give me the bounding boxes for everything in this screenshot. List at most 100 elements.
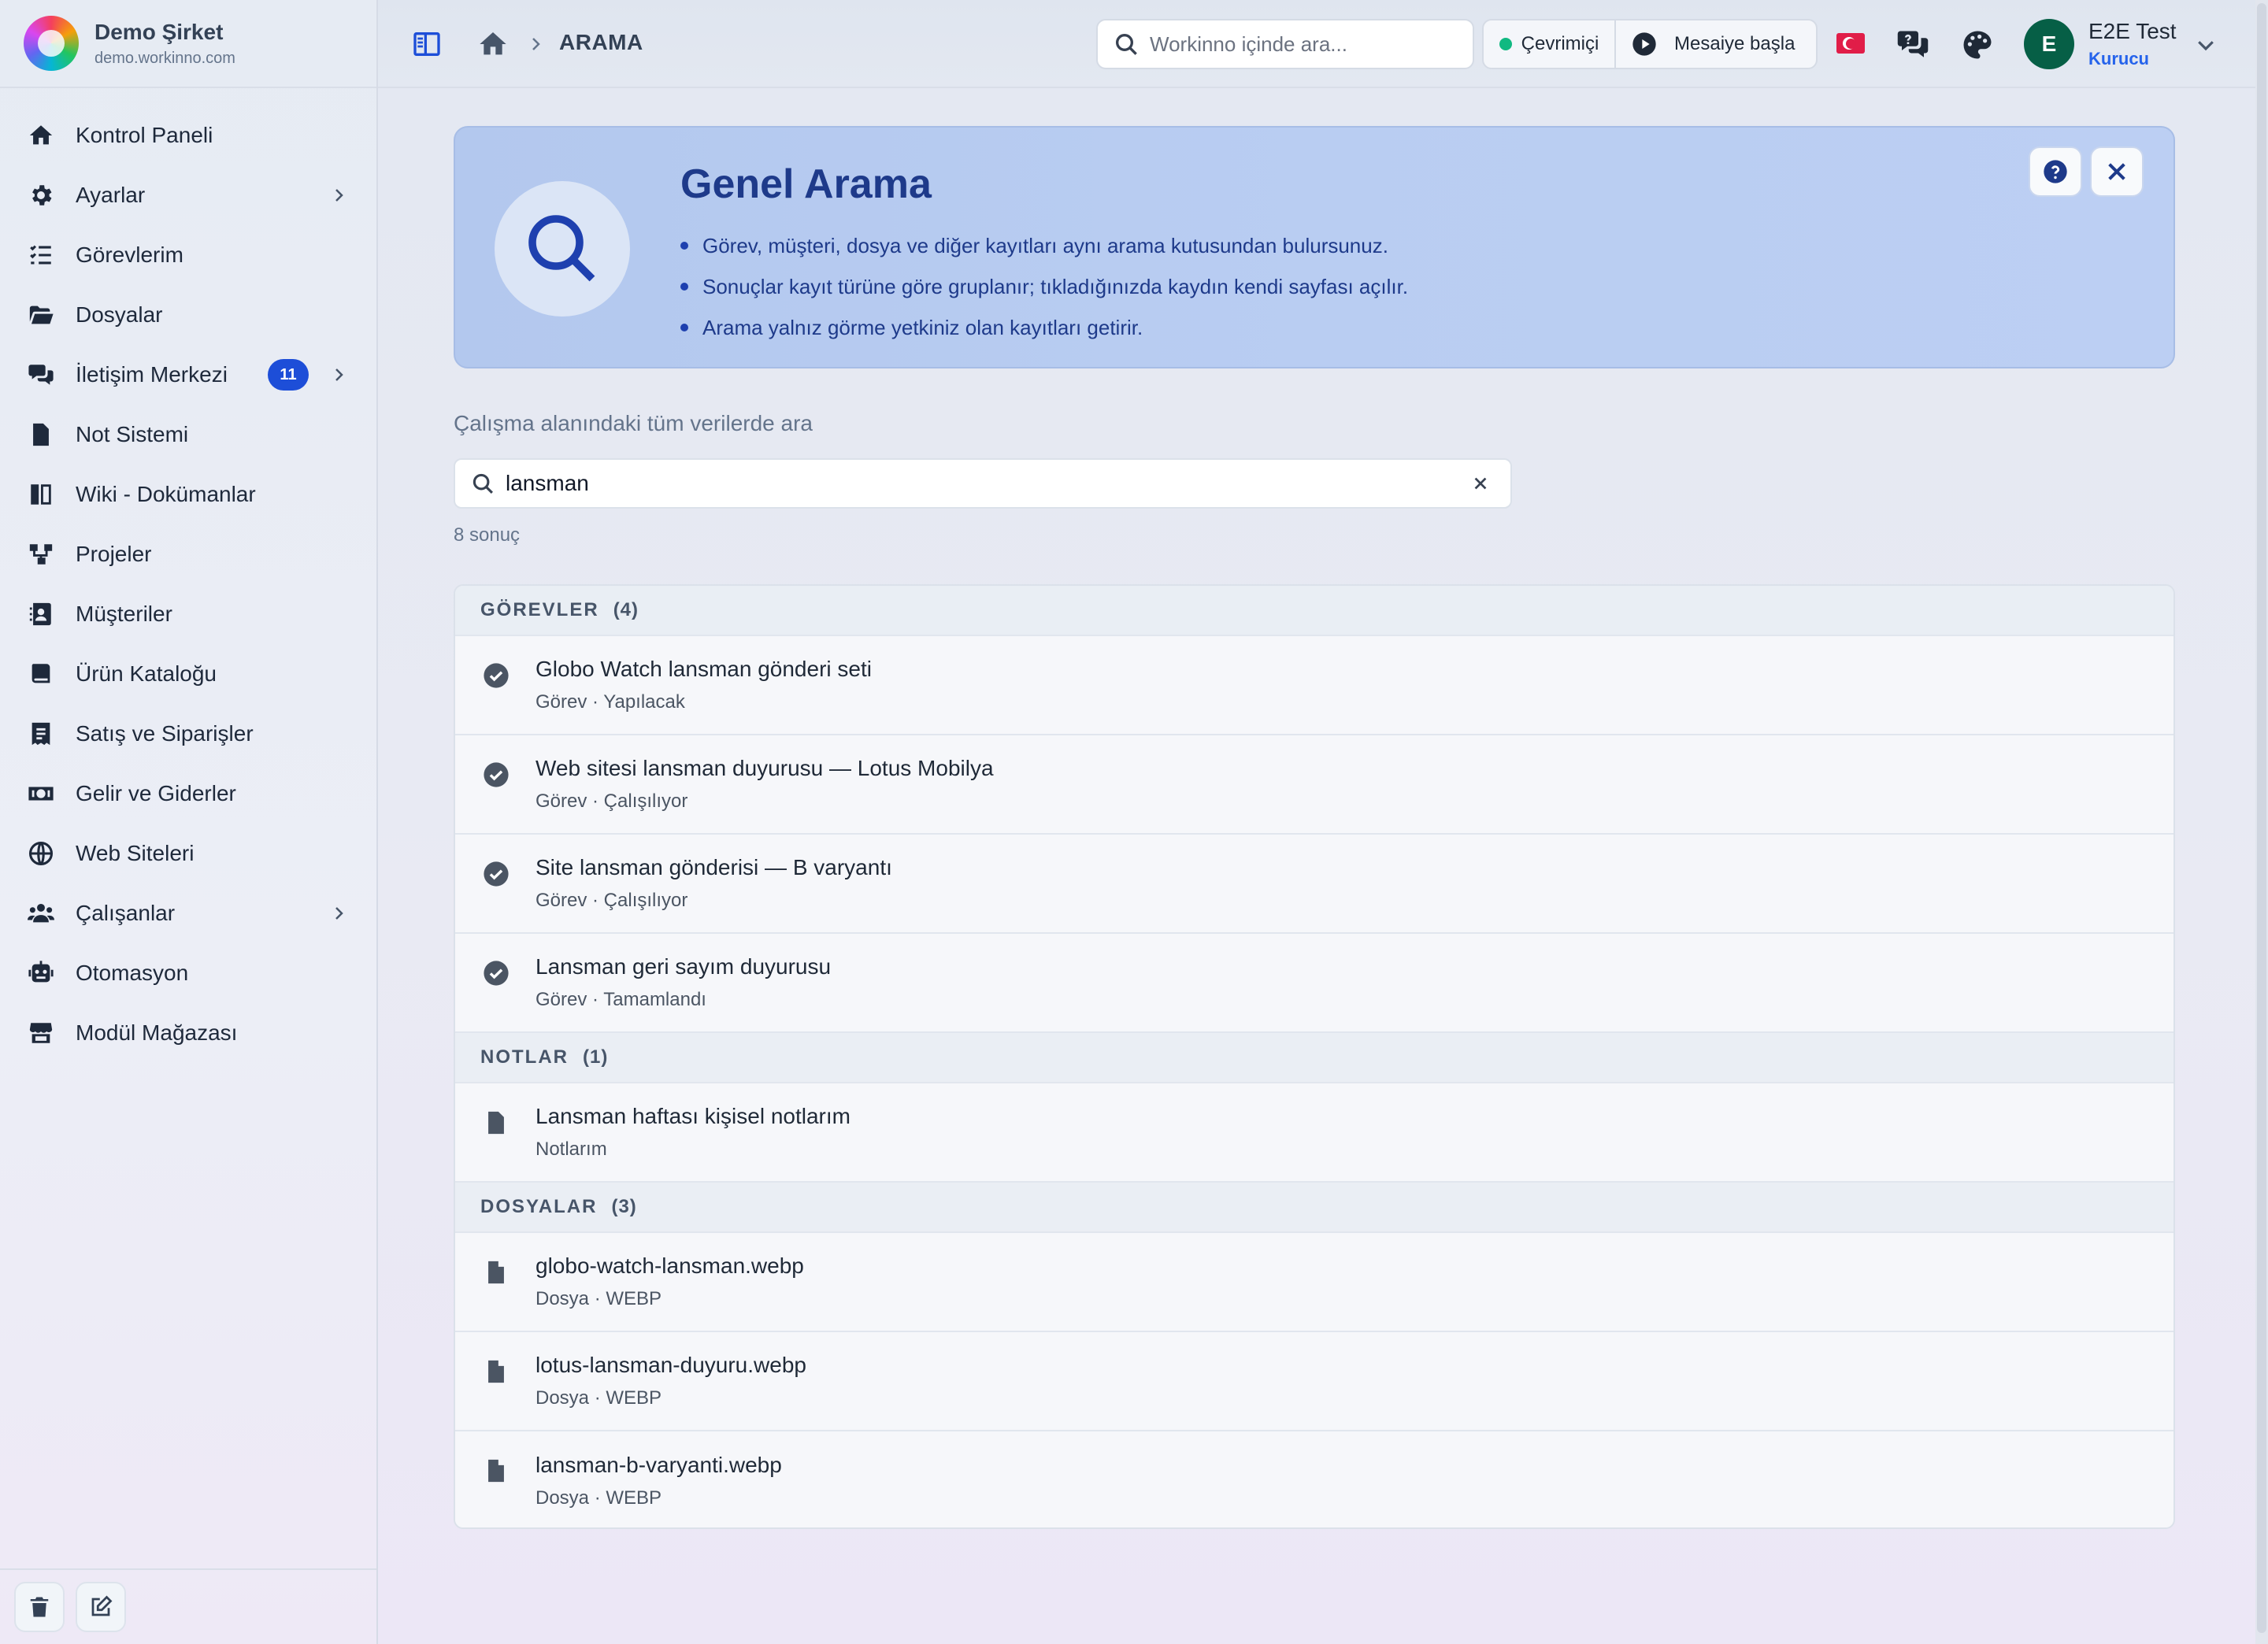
robot-icon bbox=[25, 957, 57, 989]
brand-header[interactable]: Demo Şirket demo.workinno.com bbox=[0, 0, 376, 88]
palette-icon[interactable] bbox=[1961, 28, 1994, 61]
result-meta: Dosya · WEBP bbox=[536, 1387, 662, 1409]
book-icon bbox=[25, 479, 57, 510]
sidebar-item-my-tasks[interactable]: Görevlerim bbox=[0, 225, 376, 285]
result-title: globo-watch-lansman.webp bbox=[536, 1253, 804, 1278]
result-row[interactable]: Lansman geri sayım duyurusu Görev · Tama… bbox=[455, 934, 2174, 1033]
search-input[interactable] bbox=[506, 471, 1462, 496]
folder-open-icon bbox=[25, 299, 57, 331]
group-title: NOTLAR bbox=[480, 1046, 569, 1068]
group-title: DOSYALAR bbox=[480, 1196, 598, 1217]
sidebar-item-employees[interactable]: Çalışanlar bbox=[0, 883, 376, 943]
group-count: (1) bbox=[582, 1046, 609, 1068]
chevron-down-icon[interactable] bbox=[2194, 33, 2218, 57]
scrollbar-thumb[interactable] bbox=[2257, 3, 2266, 1633]
sidebar-item-income-expenses[interactable]: Gelir ve Giderler bbox=[0, 764, 376, 824]
online-status-label: Çevrimiçi bbox=[1521, 33, 1599, 54]
result-row[interactable]: Site lansman gönderisi — B varyantı Göre… bbox=[455, 835, 2174, 934]
close-icon bbox=[2108, 163, 2125, 180]
result-group-header: GÖREVLER (4) bbox=[455, 586, 2174, 636]
global-search[interactable] bbox=[1096, 19, 1474, 69]
result-title: Lansman haftası kişisel notlarım bbox=[536, 1104, 850, 1128]
sidebar-item-label: İletişim Merkezi bbox=[76, 362, 228, 387]
money-icon bbox=[25, 778, 57, 809]
trash-button[interactable] bbox=[14, 1582, 65, 1632]
banner-info-item: Görev, müşteri, dosya ve diğer kayıtları… bbox=[680, 225, 1408, 266]
result-title: Globo Watch lansman gönderi seti bbox=[536, 657, 872, 681]
result-meta: Görev · Yapılacak bbox=[536, 691, 685, 713]
help-button[interactable] bbox=[2029, 146, 2082, 197]
sidebar-item-files[interactable]: Dosyalar bbox=[0, 285, 376, 345]
result-row[interactable]: lansman-b-varyanti.webp Dosya · WEBP bbox=[455, 1431, 2174, 1527]
result-row[interactable]: Globo Watch lansman gönderi seti Görev ·… bbox=[455, 636, 2174, 735]
sidebar-item-label: Otomasyon bbox=[76, 961, 189, 985]
result-group-header: DOSYALAR (3) bbox=[455, 1183, 2174, 1233]
users-icon bbox=[25, 898, 57, 929]
result-row[interactable]: Web sitesi lansman duyurusu — Lotus Mobi… bbox=[455, 735, 2174, 835]
result-row[interactable]: lotus-lansman-duyuru.webp Dosya · WEBP bbox=[455, 1332, 2174, 1431]
avatar[interactable]: E bbox=[2024, 19, 2074, 69]
start-shift-button[interactable]: Mesaiye başla bbox=[1616, 20, 1816, 68]
sidebar-toggle-icon[interactable] bbox=[411, 28, 443, 60]
clear-search-button[interactable] bbox=[1462, 465, 1499, 502]
chevron-right-icon bbox=[335, 368, 343, 381]
edit-button[interactable] bbox=[76, 1582, 126, 1632]
global-search-input[interactable] bbox=[1150, 31, 1449, 57]
result-meta: Görev · Çalışılıyor bbox=[536, 890, 688, 911]
catalog-book-icon bbox=[25, 658, 57, 690]
result-title: lansman-b-varyanti.webp bbox=[536, 1453, 782, 1477]
sidebar-item-label: Wiki - Dokümanlar bbox=[76, 482, 256, 506]
chevron-right-icon bbox=[532, 38, 540, 50]
home-icon bbox=[25, 120, 57, 151]
workspace-search[interactable] bbox=[454, 458, 1512, 509]
sidebar-item-label: Ürün Kataloğu bbox=[76, 661, 217, 686]
online-status-button[interactable]: Çevrimiçi bbox=[1484, 20, 1616, 68]
check-circle-icon bbox=[480, 660, 512, 691]
close-banner-button[interactable] bbox=[2090, 146, 2144, 197]
file-text-icon bbox=[25, 419, 57, 450]
banner-info-list: Görev, müşteri, dosya ve diğer kayıtları… bbox=[680, 225, 1408, 348]
sidebar-item-sales-orders[interactable]: Satış ve Siparişler bbox=[0, 704, 376, 764]
result-row[interactable]: globo-watch-lansman.webp Dosya · WEBP bbox=[455, 1233, 2174, 1332]
user-name: E2E Test bbox=[2088, 19, 2177, 43]
group-count: (3) bbox=[611, 1196, 637, 1217]
sidebar-item-communication[interactable]: İletişim Merkezi 11 bbox=[0, 345, 376, 405]
result-row[interactable]: Lansman haftası kişisel notlarım Notları… bbox=[455, 1083, 2174, 1183]
sidebar-item-customers[interactable]: Müşteriler bbox=[0, 584, 376, 644]
sidebar-item-label: Satış ve Siparişler bbox=[76, 721, 254, 746]
sidebar-item-dashboard[interactable]: Kontrol Paneli bbox=[0, 106, 376, 165]
turkish-flag-icon[interactable] bbox=[1836, 33, 1865, 54]
file-icon bbox=[480, 1257, 512, 1288]
sidebar-item-websites[interactable]: Web Siteleri bbox=[0, 824, 376, 883]
group-title: GÖREVLER bbox=[480, 599, 599, 620]
sidebar-item-wiki[interactable]: Wiki - Dokümanlar bbox=[0, 465, 376, 524]
chevron-right-icon bbox=[335, 189, 343, 202]
play-circle-icon bbox=[1632, 32, 1656, 56]
page-scrollbar[interactable] bbox=[2255, 0, 2268, 1644]
check-circle-icon bbox=[480, 759, 512, 791]
result-meta: Dosya · WEBP bbox=[536, 1487, 662, 1509]
chat-question-icon[interactable] bbox=[1896, 28, 1929, 61]
sidebar-item-label: Kontrol Paneli bbox=[76, 123, 213, 147]
contact-card-icon bbox=[25, 598, 57, 630]
diagram-icon bbox=[25, 539, 57, 570]
sidebar-item-automation[interactable]: Otomasyon bbox=[0, 943, 376, 1003]
check-circle-icon bbox=[480, 957, 512, 989]
sidebar-item-label: Ayarlar bbox=[76, 183, 146, 207]
sidebar-item-projects[interactable]: Projeler bbox=[0, 524, 376, 584]
group-count: (4) bbox=[613, 599, 639, 620]
sidebar-item-label: Çalışanlar bbox=[76, 901, 176, 925]
sidebar-item-product-catalog[interactable]: Ürün Kataloğu bbox=[0, 644, 376, 704]
result-meta: Notlarım bbox=[536, 1139, 607, 1160]
sidebar-item-label: Modül Mağazası bbox=[76, 1020, 238, 1045]
sidebar-item-notes[interactable]: Not Sistemi bbox=[0, 405, 376, 465]
company-logo bbox=[24, 16, 79, 71]
home-icon[interactable] bbox=[477, 28, 509, 60]
result-meta: Görev · Çalışılıyor bbox=[536, 791, 688, 812]
globe-icon bbox=[25, 838, 57, 869]
user-menu[interactable]: E2E Test Kurucu bbox=[2088, 19, 2177, 69]
presence-controls: Çevrimiçi Mesaiye başla bbox=[1482, 19, 1818, 69]
sidebar-item-module-store[interactable]: Modül Mağazası bbox=[0, 1003, 376, 1063]
start-shift-label: Mesaiye başla bbox=[1674, 33, 1796, 54]
sidebar-item-settings[interactable]: Ayarlar bbox=[0, 165, 376, 225]
